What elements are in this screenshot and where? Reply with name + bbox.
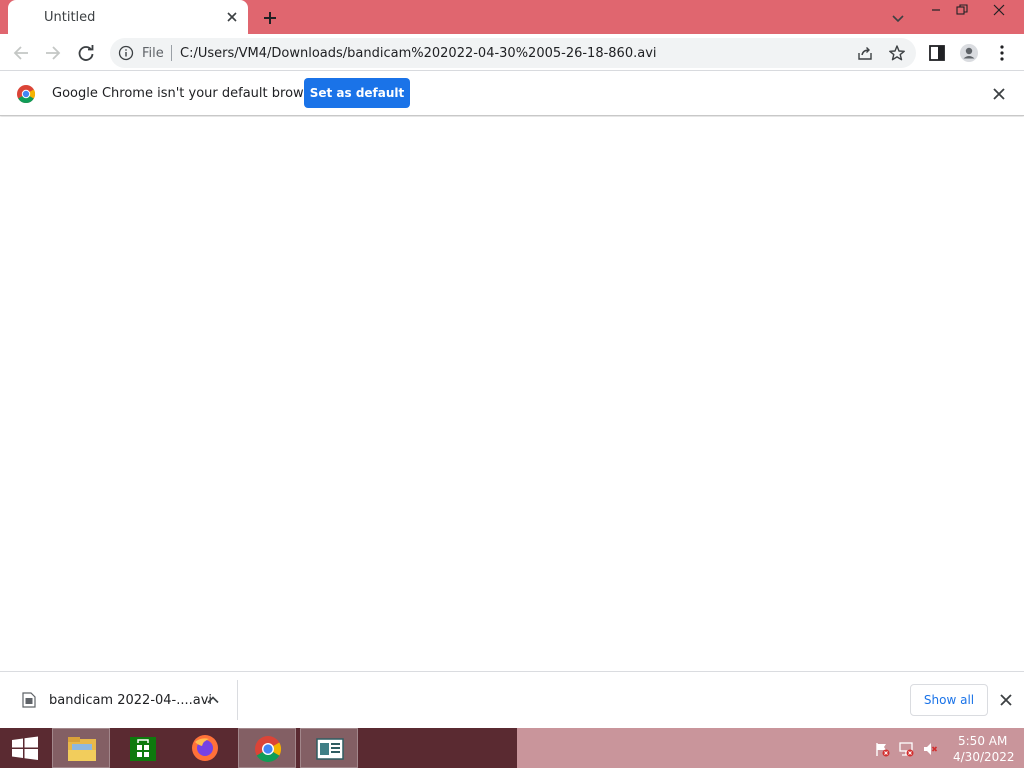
file-explorer-icon bbox=[68, 737, 96, 761]
file-icon bbox=[22, 692, 36, 708]
network-icon[interactable] bbox=[898, 741, 914, 757]
new-tab-icon[interactable] bbox=[260, 8, 280, 28]
address-bar[interactable]: File C:/Users/VM4/Downloads/bandicam%202… bbox=[110, 38, 916, 68]
shelf-divider bbox=[237, 680, 238, 720]
side-panel-icon[interactable] bbox=[926, 42, 948, 64]
clock-date[interactable]: 4/30/2022 bbox=[953, 750, 1015, 764]
taskbar-news-app[interactable] bbox=[300, 728, 358, 768]
shelf-close-icon[interactable] bbox=[998, 692, 1014, 708]
chrome-icon bbox=[255, 736, 282, 763]
tab-title: Untitled bbox=[44, 10, 96, 25]
taskbar-empty-area bbox=[517, 728, 1024, 768]
info-icon[interactable] bbox=[118, 45, 134, 61]
taskbar-firefox[interactable] bbox=[176, 728, 234, 768]
download-shelf: bandicam 2022-04-....avi Show all bbox=[0, 671, 1024, 728]
bookmark-star-icon[interactable] bbox=[888, 44, 906, 62]
windows-taskbar: 5:50 AM 4/30/2022 bbox=[0, 728, 1024, 768]
show-all-button[interactable]: Show all bbox=[910, 684, 988, 716]
menu-kebab-icon[interactable] bbox=[991, 42, 1013, 64]
url-text[interactable]: C:/Users/VM4/Downloads/bandicam%202022-0… bbox=[180, 46, 657, 61]
firefox-icon bbox=[192, 735, 218, 761]
back-icon[interactable] bbox=[10, 42, 32, 64]
tab-close-icon[interactable] bbox=[224, 9, 240, 25]
taskbar-file-explorer[interactable] bbox=[52, 728, 110, 768]
infobar-message: Google Chrome isn't your default browser bbox=[52, 86, 324, 101]
start-button[interactable] bbox=[0, 728, 50, 768]
taskbar-store[interactable] bbox=[114, 728, 172, 768]
tab-untitled[interactable]: Untitled bbox=[8, 0, 248, 34]
share-icon[interactable] bbox=[856, 44, 874, 62]
toolbar: File C:/Users/VM4/Downloads/bandicam%202… bbox=[0, 34, 1024, 71]
clock-time[interactable]: 5:50 AM bbox=[958, 734, 1007, 748]
default-browser-infobar: Google Chrome isn't your default browser… bbox=[0, 71, 1024, 116]
scheme-label: File bbox=[142, 46, 164, 61]
reload-icon[interactable] bbox=[75, 42, 97, 64]
minimize-icon[interactable] bbox=[928, 2, 944, 22]
store-icon bbox=[130, 737, 156, 761]
tab-search-chevron-icon[interactable] bbox=[890, 10, 906, 30]
chevron-up-icon[interactable] bbox=[206, 693, 220, 707]
tab-strip: Untitled bbox=[0, 0, 1024, 34]
volume-muted-icon[interactable] bbox=[922, 741, 938, 757]
news-app-icon bbox=[316, 738, 344, 760]
profile-avatar-icon[interactable] bbox=[958, 42, 980, 64]
infobar-close-icon[interactable] bbox=[991, 86, 1007, 102]
restore-icon[interactable] bbox=[954, 2, 970, 22]
download-item[interactable]: bandicam 2022-04-....avi bbox=[0, 672, 237, 728]
taskbar-chrome[interactable] bbox=[238, 728, 296, 768]
download-file-name: bandicam 2022-04-....avi bbox=[49, 693, 213, 708]
chrome-logo-icon bbox=[16, 84, 36, 104]
action-center-flag-icon[interactable] bbox=[874, 741, 890, 757]
set-as-default-button[interactable]: Set as default bbox=[304, 78, 410, 108]
omnibox-divider bbox=[171, 45, 172, 61]
page-content bbox=[0, 117, 1024, 671]
close-window-icon[interactable] bbox=[991, 2, 1007, 22]
forward-icon[interactable] bbox=[42, 42, 64, 64]
